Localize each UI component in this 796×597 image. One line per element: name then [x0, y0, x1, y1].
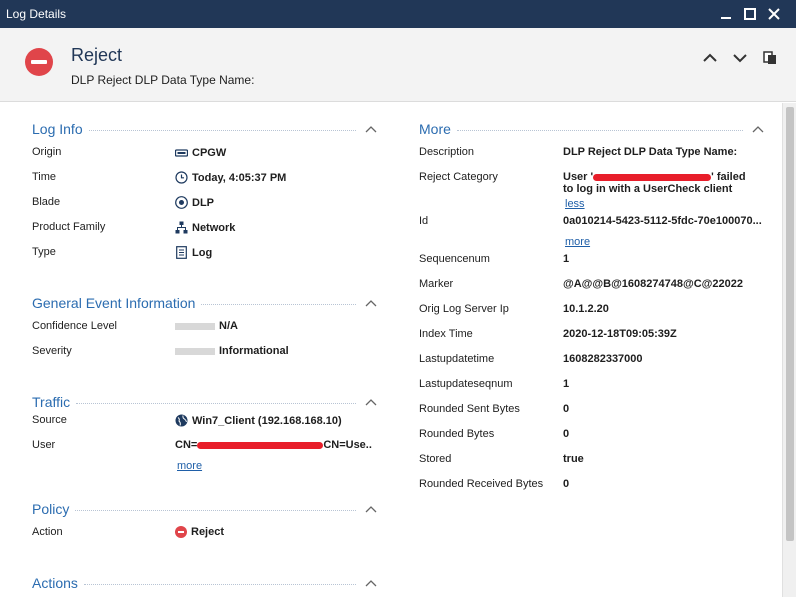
copy-button[interactable] [762, 50, 778, 66]
section-more: More [419, 119, 765, 139]
row-action: Action Reject [32, 526, 225, 538]
section-title: More [419, 121, 457, 137]
section-policy: Policy [32, 499, 378, 519]
row-product-family: Product Family Network [32, 221, 236, 234]
reject-less-link[interactable]: less [565, 198, 585, 210]
row-origin: Origin CPGW [32, 146, 227, 159]
section-title: Traffic [32, 394, 77, 410]
chevron-up-icon[interactable] [751, 122, 765, 136]
scrollbar-thumb[interactable] [786, 107, 794, 541]
row-user: User CN= CN=Use.. [32, 439, 372, 451]
row-lastupdatetime: Lastupdatetime 1608282337000 [419, 353, 643, 365]
section-actions: Actions [32, 573, 378, 593]
section-title: Log Info [32, 121, 89, 137]
chevron-up-icon[interactable] [364, 122, 378, 136]
close-icon [768, 8, 780, 20]
chevron-up-icon[interactable] [364, 395, 378, 409]
section-traffic: Traffic [32, 392, 378, 412]
row-type: Type Log [32, 246, 213, 259]
globe-icon [175, 414, 188, 427]
network-icon [175, 221, 188, 234]
close-button[interactable] [766, 6, 782, 22]
chevron-down-icon [733, 54, 747, 63]
section-title: Actions [32, 575, 84, 591]
section-header[interactable]: Log Info [32, 119, 378, 139]
user-more-link[interactable]: more [177, 460, 202, 472]
section-header[interactable]: Traffic [32, 392, 378, 412]
row-index-time: Index Time 2020-12-18T09:05:39Z [419, 328, 677, 340]
row-description: Description DLP Reject DLP Data Type Nam… [419, 146, 738, 158]
row-reject-category: Reject Category User ' ' failed to log in… [419, 171, 746, 195]
row-confidence-level: Confidence Level N/A [32, 320, 238, 332]
log-subtitle: DLP Reject DLP Data Type Name: [71, 73, 255, 87]
minimize-icon [721, 17, 731, 19]
copy-icon [763, 51, 776, 64]
redaction-mark [197, 441, 324, 449]
window-titlebar: Log Details [0, 0, 796, 28]
log-header: Reject DLP Reject DLP Data Type Name: [0, 28, 796, 102]
next-log-button[interactable] [732, 50, 748, 66]
section-header[interactable]: Policy [32, 499, 378, 519]
section-header[interactable]: Actions [32, 573, 378, 593]
log-title: Reject [71, 45, 123, 65]
level-bar [175, 347, 215, 355]
section-general-event: General Event Information [32, 293, 378, 313]
window-title: Log Details [6, 7, 67, 21]
details-content: Log Info Origin CPGW Time Today, 4:05:37… [0, 103, 782, 597]
section-title: Policy [32, 501, 76, 517]
maximize-icon [744, 8, 756, 20]
row-rounded-sent-bytes: Rounded Sent Bytes 0 [419, 403, 570, 415]
clock-icon [175, 171, 188, 184]
log-icon [175, 246, 188, 259]
reject-icon [175, 526, 187, 538]
row-rounded-bytes: Rounded Bytes 0 [419, 428, 570, 440]
row-marker: Marker @A@@B@1608274748@C@22022 [419, 278, 743, 290]
chevron-up-icon[interactable] [364, 296, 378, 310]
dlp-icon [175, 196, 188, 209]
chevron-up-icon[interactable] [364, 502, 378, 516]
row-source: Source Win7_Client (192.168.168.10) [32, 414, 342, 427]
section-title: General Event Information [32, 295, 202, 311]
level-bar [175, 322, 215, 330]
reject-icon [25, 48, 53, 76]
row-time: Time Today, 4:05:37 PM [32, 171, 287, 184]
section-header[interactable]: More [419, 119, 765, 139]
gateway-icon [175, 146, 188, 159]
minimize-button[interactable] [718, 6, 734, 22]
maximize-button[interactable] [742, 6, 758, 22]
chevron-up-icon [703, 53, 717, 62]
row-lastupdateseqnum: Lastupdateseqnum 1 [419, 378, 570, 390]
row-sequencenum: Sequencenum 1 [419, 253, 570, 265]
previous-log-button[interactable] [702, 50, 718, 66]
chevron-up-icon[interactable] [364, 576, 378, 590]
section-header[interactable]: General Event Information [32, 293, 378, 313]
row-blade: Blade DLP [32, 196, 214, 209]
row-severity: Severity Informational [32, 345, 289, 357]
section-log-info: Log Info [32, 119, 378, 139]
row-orig-log-server-ip: Orig Log Server Ip 10.1.2.20 [419, 303, 609, 315]
id-more-link[interactable]: more [565, 236, 590, 248]
redaction-mark [593, 173, 712, 181]
vertical-scrollbar[interactable] [782, 103, 796, 597]
row-stored: Stored true [419, 453, 584, 465]
row-id: Id 0a010214-5423-5112-5fdc-70e100070... [419, 215, 762, 227]
row-rounded-received-bytes: Rounded Received Bytes 0 [419, 478, 570, 490]
